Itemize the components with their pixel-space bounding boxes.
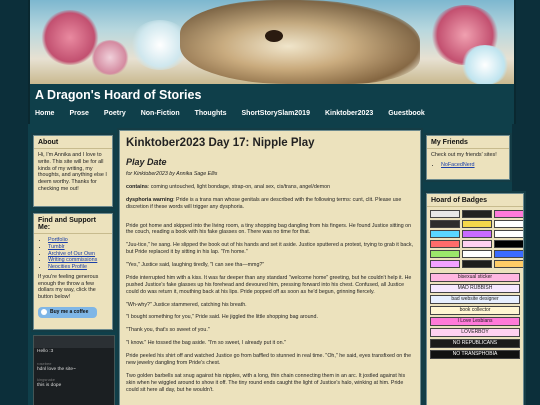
badge-88x31[interactable] <box>494 230 523 238</box>
badge-wide[interactable]: NO REPUBLICANS <box>430 339 520 348</box>
main-post: Kinktober2023 Day 17: Nipple Play Play D… <box>119 130 421 405</box>
friends-text: Check out my friends' sites! <box>431 152 497 158</box>
nav-kinktober2023[interactable]: Kinktober2023 <box>325 110 373 117</box>
nav-poetry[interactable]: Poetry <box>104 110 126 117</box>
badge-wide[interactable]: bisexual sticker <box>430 273 520 282</box>
portfolio-link[interactable]: Portfolio <box>48 237 68 243</box>
badge-wide[interactable]: bad website designer <box>430 295 520 304</box>
support-text: If you're feeling generous enough the th… <box>38 273 99 300</box>
chat-widget[interactable]: Hello :3 rosebee hdnl love the site~ kin… <box>33 335 115 405</box>
badge-list: bisexual sticker MAD RUBBISH bad website d… <box>427 273 523 359</box>
badge-88x31[interactable] <box>462 260 492 268</box>
support-box: Find and Support Me: Portfolio Tumblr Ar… <box>33 213 113 330</box>
main-nav: Home Prose Poetry Non-Fiction Thoughts S… <box>35 110 440 117</box>
post-paragraph: "Yes," Justice said, laughing tiredly, "… <box>126 262 265 268</box>
badge-88x31[interactable] <box>462 250 492 258</box>
blossom-decoration <box>90 40 130 75</box>
nav-home[interactable]: Home <box>35 110 54 117</box>
badge-88x31[interactable] <box>494 260 523 268</box>
site-title[interactable]: A Dragon's Hoard of Stories <box>35 88 201 102</box>
buy-me-coffee-button[interactable]: Buy me a coffee <box>38 306 97 318</box>
badge-wide[interactable]: NO TRANSPHOBIA <box>430 350 520 359</box>
chat-input[interactable] <box>34 336 114 348</box>
post-paragraph: "I bought something for you," Pride said… <box>126 314 318 321</box>
badge-88x31[interactable] <box>462 240 492 248</box>
badge-88x31[interactable] <box>462 210 492 218</box>
about-text: Hi, I'm Annika and I love to write. This… <box>38 152 107 192</box>
badge-88x31[interactable] <box>494 250 523 258</box>
badge-88x31[interactable] <box>462 220 492 228</box>
friends-box: My Friends Check out my friends' sites! … <box>426 135 510 180</box>
support-heading: Find and Support Me: <box>34 214 112 234</box>
warning-label: dysphoria warning <box>126 196 174 203</box>
badge-88x31[interactable] <box>430 230 460 238</box>
friends-heading: My Friends <box>427 136 509 149</box>
badges-box: Hoard of Badges bisexual sticker MAD RUBB… <box>426 193 524 405</box>
post-contains: contains: coming untouched, light bondag… <box>126 184 414 191</box>
commissions-link[interactable]: Writing commissions <box>48 257 97 263</box>
contains-text: : coming untouched, light bondage, strap… <box>147 183 331 190</box>
nav-thoughts[interactable]: Thoughts <box>195 110 227 117</box>
badges-heading: Hoard of Badges <box>427 194 523 207</box>
badge-wide[interactable]: LOVERBOY <box>430 328 520 337</box>
badge-wide[interactable]: MAD RUBBISH <box>430 284 520 293</box>
coffee-cup-icon <box>41 309 47 316</box>
header-banner-image <box>28 0 516 84</box>
badge-88x31[interactable] <box>430 260 460 268</box>
dragon-eye <box>265 30 283 42</box>
post-paragraph: Pride peeled his shirt off and watched J… <box>126 353 412 366</box>
about-heading: About <box>34 136 112 149</box>
post-byline: for Kinktober2023 by Annika Sage Ellis <box>126 171 218 177</box>
chat-message: this is dope <box>37 383 62 388</box>
nav-non-fiction[interactable]: Non-Fiction <box>141 110 180 117</box>
post-paragraph: "I know." He tossed the bag aside. "I'm … <box>126 340 286 347</box>
chat-message: Hello :3 <box>37 349 54 354</box>
post-paragraph: Two golden barbells sat snug against his… <box>126 372 406 393</box>
post-paragraph: "Juu-tice," he sang. He slipped the book… <box>126 242 414 256</box>
badge-88x31[interactable] <box>430 210 460 218</box>
post-subtitle: Play Date <box>126 157 167 167</box>
wave-decoration <box>460 45 510 84</box>
badge-88x31[interactable] <box>430 250 460 258</box>
badge-88x31[interactable] <box>494 210 523 218</box>
badge-wide[interactable]: I Love Lesbians <box>430 317 520 326</box>
post-paragraph: Pride interrupted him with a kiss. It wa… <box>126 274 412 295</box>
badge-wide[interactable]: book collector <box>430 306 520 315</box>
nav-prose[interactable]: Prose <box>69 110 88 117</box>
nav-shortstoryslam2019[interactable]: ShortStorySlam2019 <box>242 110 310 117</box>
badge-88x31[interactable] <box>494 240 523 248</box>
dragon-illustration <box>180 0 420 84</box>
nav-guestbook[interactable]: Guestbook <box>388 110 425 117</box>
post-paragraph: "Wh-why?" Justice stammered, catching hi… <box>126 301 247 308</box>
friend-link[interactable]: NoFacedNerd <box>441 162 475 168</box>
post-warning: dysphoria warning: Pride is a trans man … <box>126 197 414 211</box>
neocities-profile-link[interactable]: Neocities Profile <box>48 264 87 270</box>
post-title: Kinktober2023 Day 17: Nipple Play <box>126 137 315 149</box>
support-links: Portfolio Tumblr Archive of Our Own Writ… <box>34 237 112 271</box>
ao3-link[interactable]: Archive of Our Own <box>48 251 95 257</box>
badge-grid <box>427 207 523 271</box>
page: { "site": { "title": "A Dragon's Hoard o… <box>0 0 540 405</box>
friends-list: NoFacedNerd <box>427 162 509 169</box>
contains-label: contains <box>126 183 148 190</box>
badge-88x31[interactable] <box>430 220 460 228</box>
post-paragraph: Pride got home and skipped into the livi… <box>126 222 412 236</box>
badge-88x31[interactable] <box>430 240 460 248</box>
post-paragraph: "Thank you, that's so sweet of you." <box>126 327 210 334</box>
chat-message: hdnl love the site~ <box>37 367 76 372</box>
about-box: About Hi, I'm Annika and I love to write… <box>33 135 113 207</box>
badge-88x31[interactable] <box>494 220 523 228</box>
coffee-button-label: Buy me a coffee <box>50 309 89 316</box>
badge-88x31[interactable] <box>462 230 492 238</box>
tumblr-link[interactable]: Tumblr <box>48 244 65 250</box>
